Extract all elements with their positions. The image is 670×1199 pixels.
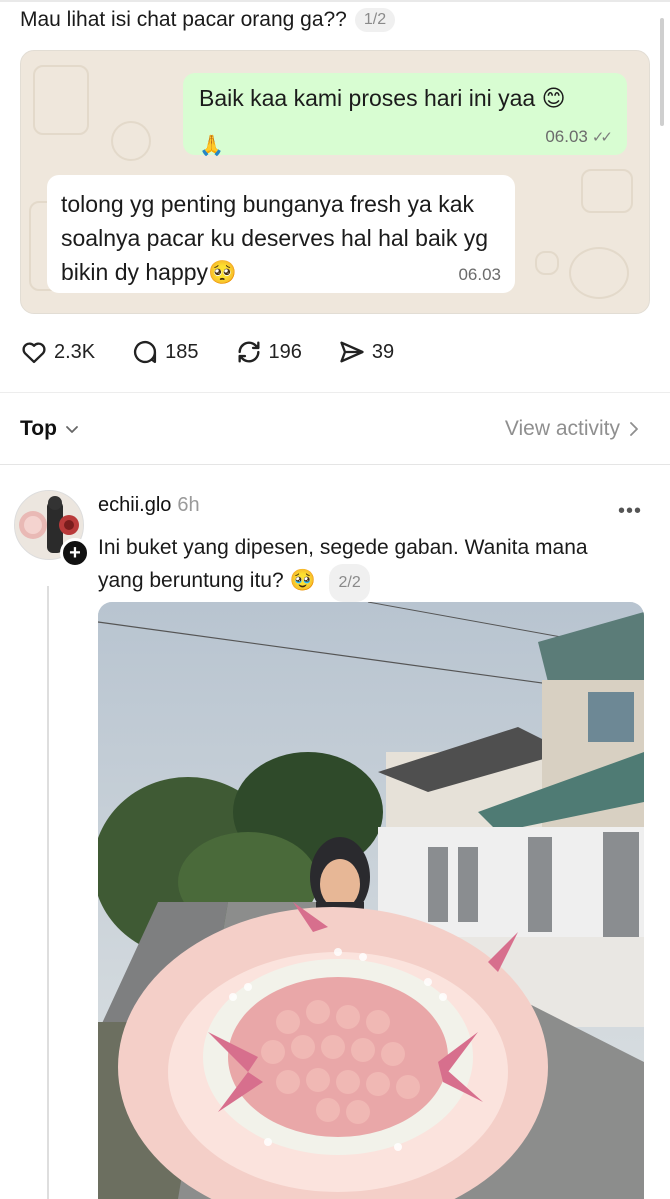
- outgoing-time-text: 06.03: [545, 127, 588, 146]
- post-actions: 2.3K 185 196 39: [20, 338, 430, 366]
- reply-count: 185: [165, 340, 199, 363]
- bouquet-photo-image: [98, 602, 644, 1199]
- divider: [0, 464, 670, 465]
- wallpaper-doodle: [33, 65, 89, 135]
- outgoing-message-bubble: Baik kaa kami proses hari ini yaa 😊 🙏 06…: [183, 73, 627, 157]
- like-count: 2.3K: [54, 340, 96, 363]
- sort-dropdown[interactable]: Top: [20, 417, 79, 441]
- heart-icon: [22, 342, 46, 364]
- post-pager-badge: 1/2: [354, 8, 396, 32]
- sort-label: Top: [20, 417, 57, 440]
- wallpaper-doodle: [581, 169, 633, 213]
- post-text: Mau lihat isi chat pacar orang ga?? 1/2: [20, 8, 396, 32]
- incoming-message-time: 06.03: [458, 265, 501, 284]
- view-activity-link[interactable]: View activity: [505, 417, 640, 441]
- read-ticks-icon: ✓✓: [591, 129, 613, 146]
- username-link[interactable]: echii.glo: [98, 494, 171, 516]
- incoming-message-text: tolong yg penting bunganya fresh ya kak …: [61, 191, 489, 285]
- reply-text: Ini buket yang dipesen, segede gaban. Wa…: [98, 532, 638, 602]
- share-button[interactable]: 39: [338, 338, 394, 366]
- repost-icon: [238, 341, 260, 363]
- divider: [0, 392, 670, 393]
- chevron-down-icon: [66, 426, 78, 433]
- repost-count: 196: [268, 340, 302, 363]
- follow-button[interactable]: +: [60, 538, 90, 568]
- view-activity-label: View activity: [504, 417, 620, 440]
- share-icon: [340, 341, 364, 363]
- praying-hands-emoji: 🙏: [199, 135, 224, 157]
- outgoing-message-time: 06.03 ✓✓: [545, 127, 613, 147]
- comment-icon: [134, 341, 157, 364]
- repost-button[interactable]: 196: [235, 338, 302, 366]
- bouquet-photo[interactable]: [98, 602, 644, 1199]
- reply-time-ago: 6h: [177, 494, 200, 516]
- reply-pager-badge: 2/2: [329, 564, 370, 602]
- thread-line: [47, 586, 49, 1199]
- reply-author: echii.glo 6h: [98, 494, 200, 517]
- scrollbar[interactable]: [660, 18, 664, 126]
- wallpaper-doodle: [535, 251, 559, 275]
- share-count: 39: [371, 340, 395, 363]
- reply-button[interactable]: 185: [131, 338, 199, 366]
- outgoing-message-text: Baik kaa kami proses hari ini yaa 😊: [199, 85, 566, 111]
- wallpaper-doodle: [569, 247, 629, 299]
- like-button[interactable]: 2.3K: [20, 338, 95, 366]
- chat-screenshot-image[interactable]: Baik kaa kami proses hari ini yaa 😊 🙏 06…: [20, 50, 650, 314]
- chevron-right-icon: [630, 422, 638, 436]
- post-caption: Mau lihat isi chat pacar orang ga??: [20, 8, 347, 31]
- wallpaper-doodle: [111, 121, 151, 161]
- incoming-message-bubble: tolong yg penting bunganya fresh ya kak …: [47, 175, 515, 293]
- top-divider: [0, 0, 670, 2]
- more-icon[interactable]: •••: [618, 500, 642, 523]
